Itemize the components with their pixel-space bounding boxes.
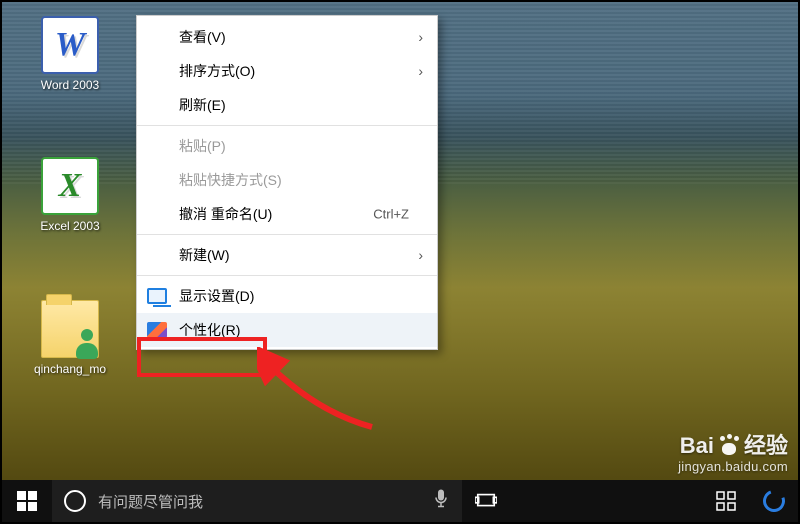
cortana-search-box[interactable]: 有问题尽管问我 <box>52 480 462 522</box>
start-button[interactable] <box>2 480 52 522</box>
desktop-icon-excel[interactable]: X Excel 2003 <box>20 157 120 233</box>
desktop-context-menu: 查看(V) › 排序方式(O) › 刷新(E) 粘贴(P) 粘贴快捷方式(S) … <box>136 15 438 350</box>
menu-item-label: 显示设置(D) <box>179 286 254 306</box>
watermark-brand-suffix: 经验 <box>744 435 788 457</box>
desktop-icon-label: Excel 2003 <box>20 219 120 233</box>
desktop-icon-user-folder[interactable]: qinchang_mo <box>20 300 120 376</box>
menu-separator <box>137 234 437 235</box>
menu-separator <box>137 275 437 276</box>
menu-item-label: 个性化(R) <box>179 320 240 340</box>
menu-item-paste-shortcut: 粘贴快捷方式(S) <box>137 163 437 197</box>
menu-item-shortcut: Ctrl+Z <box>373 207 409 222</box>
edge-icon <box>759 486 788 515</box>
paw-icon <box>718 436 740 456</box>
taskbar: 有问题尽管问我 <box>2 480 798 522</box>
desktop-icon-word[interactable]: W Word 2003 <box>20 16 120 92</box>
edge-browser-button[interactable] <box>750 480 798 522</box>
menu-item-label: 撤消 重命名(U) <box>179 204 272 224</box>
menu-item-label: 刷新(E) <box>179 95 226 115</box>
menu-item-undo-rename[interactable]: 撤消 重命名(U) Ctrl+Z <box>137 197 437 231</box>
display-settings-icon <box>147 288 167 304</box>
menu-item-view[interactable]: 查看(V) › <box>137 20 437 54</box>
microphone-icon[interactable] <box>434 489 448 514</box>
menu-item-refresh[interactable]: 刷新(E) <box>137 88 437 122</box>
menu-item-label: 排序方式(O) <box>179 61 255 81</box>
menu-item-label: 粘贴(P) <box>179 136 226 156</box>
cortana-ring-icon <box>64 490 86 512</box>
watermark-url: jingyan.baidu.com <box>678 459 788 474</box>
menu-item-display-settings[interactable]: 显示设置(D) <box>137 279 437 313</box>
menu-item-label: 查看(V) <box>179 27 226 47</box>
cortana-placeholder: 有问题尽管问我 <box>98 491 203 512</box>
desktop-icon-label: qinchang_mo <box>20 362 120 376</box>
watermark: Bai 经验 jingyan.baidu.com <box>678 435 788 474</box>
excel-icon: X <box>41 157 99 215</box>
windows-logo-icon <box>17 491 37 511</box>
menu-item-paste: 粘贴(P) <box>137 129 437 163</box>
submenu-arrow-icon: › <box>418 247 423 263</box>
submenu-arrow-icon: › <box>418 63 423 79</box>
menu-item-new[interactable]: 新建(W) › <box>137 238 437 272</box>
taskbar-app-button[interactable] <box>702 480 750 522</box>
menu-item-personalize[interactable]: 个性化(R) <box>137 313 437 347</box>
menu-separator <box>137 125 437 126</box>
task-view-icon <box>475 492 497 510</box>
task-view-button[interactable] <box>462 480 510 522</box>
menu-item-sort-by[interactable]: 排序方式(O) › <box>137 54 437 88</box>
word-icon: W <box>41 16 99 74</box>
desktop-icon-label: Word 2003 <box>20 78 120 92</box>
folder-icon <box>41 300 99 358</box>
personalize-icon <box>147 322 167 338</box>
menu-item-label: 粘贴快捷方式(S) <box>179 170 282 190</box>
watermark-brand-prefix: Bai <box>680 435 714 457</box>
app-tile-icon <box>716 491 736 511</box>
submenu-arrow-icon: › <box>418 29 423 45</box>
menu-item-label: 新建(W) <box>179 245 230 265</box>
